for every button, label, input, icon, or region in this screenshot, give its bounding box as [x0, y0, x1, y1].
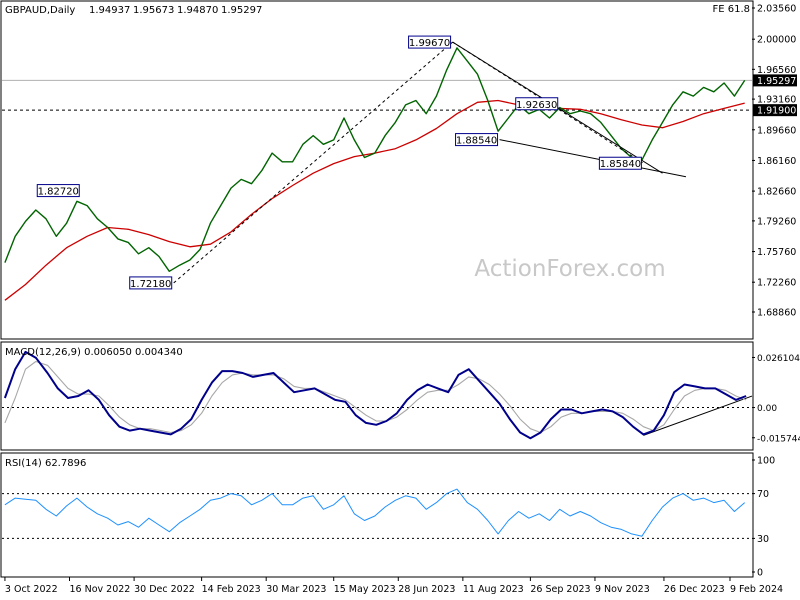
price-y-tick-label-3: 1.93160: [757, 95, 796, 106]
current-price-tag: 1.95297: [757, 76, 796, 87]
x-tick-label-4: 30 Mar 2023: [266, 584, 326, 595]
price-y-tick-label-4: 1.89660: [757, 125, 796, 136]
x-tick-label-1: 16 Nov 2022: [70, 584, 131, 595]
rsi-y-tick-label-3: 0: [757, 568, 763, 579]
price-y-tick-label-6: 1.82660: [757, 187, 796, 198]
x-tick-label-9: 9 Nov 2023: [595, 584, 650, 595]
level-price-tag: 1.91900: [757, 106, 796, 117]
price-y-tick-label-0: 2.03560: [757, 4, 796, 15]
price-label-5: 1.85840: [600, 159, 641, 170]
chart-canvas: ActionForex.com 1.99670 1.82720 1.72180 1.9…: [0, 0, 800, 595]
price-y-tick-label-8: 1.75760: [757, 247, 796, 258]
x-tick-label-11: 9 Feb 2024: [730, 584, 783, 595]
price-y-tick-label-10: 1.68860: [757, 308, 796, 319]
ohlc-high: 1.95673: [133, 5, 174, 16]
price-y-tick-label-5: 1.86160: [757, 156, 796, 167]
rsi-panel-frame: [0, 452, 754, 578]
ohlc-low: 1.94870: [177, 5, 218, 16]
macd-y-tick-label-0: 0.026104: [757, 354, 800, 364]
x-tick-label-0: 3 Oct 2022: [5, 584, 58, 595]
x-tick-label-5: 15 May 2023: [334, 584, 396, 595]
price-y-tick-label-1: 2.00000: [757, 35, 796, 46]
x-tick-label-7: 11 Aug 2023: [463, 584, 524, 595]
price-y-tick-label-9: 1.72260: [757, 278, 796, 289]
watermark: ActionForex.com: [474, 256, 665, 282]
ohlc-close: 1.95297: [221, 5, 262, 16]
symbol-label: GBPAUD,Daily: [5, 5, 75, 16]
ohlc-open: 1.94937: [89, 5, 130, 16]
x-tick-label-3: 14 Feb 2023: [202, 584, 261, 595]
price-label-4: 1.88540: [456, 136, 497, 147]
macd-y-tick-label-1: 0.00: [757, 404, 777, 414]
rsi-y-tick-label-2: 30: [757, 534, 769, 545]
price-label-3: 1.92630: [516, 100, 557, 111]
price-y-tick-label-7: 1.79260: [757, 216, 796, 227]
rsi-title: RSI(14) 62.7896: [5, 458, 86, 469]
price-y-tick-label-2: 1.96560: [757, 65, 796, 76]
fe-label: FE 61.8: [712, 4, 750, 15]
price-label-0: 1.99670: [409, 38, 450, 49]
x-tick-label-6: 28 Jun 2023: [398, 584, 455, 595]
macd-panel-frame: [0, 341, 754, 451]
macd-title: MACD(12,26,9) 0.006050 0.004340: [5, 347, 183, 358]
x-tick-label-8: 26 Sep 2023: [530, 584, 590, 595]
rsi-y-tick-label-0: 100: [757, 456, 775, 467]
price-label-2: 1.72180: [130, 279, 171, 290]
x-tick-label-10: 26 Dec 2023: [664, 584, 725, 595]
price-label-1: 1.82720: [38, 187, 79, 198]
macd-y-tick-label-2: -0.015744: [757, 434, 800, 444]
x-tick-label-2: 30 Dec 2022: [134, 584, 195, 595]
rsi-y-tick-label-1: 70: [757, 489, 769, 500]
watermark-layer: ActionForex.com: [474, 256, 665, 282]
